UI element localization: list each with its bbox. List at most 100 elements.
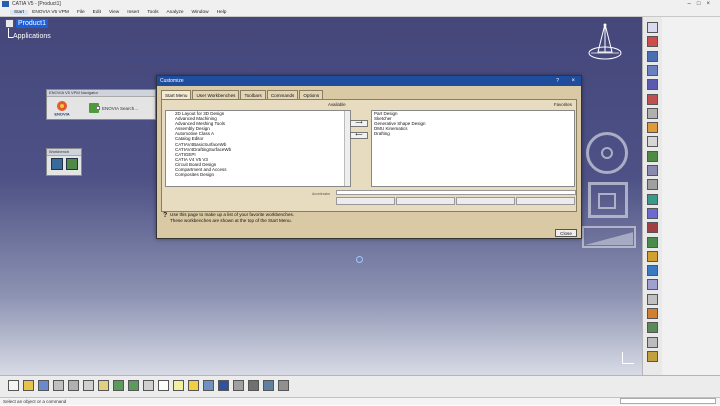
tree-root-node[interactable]: Product1 <box>5 18 49 28</box>
menu-start[interactable]: Start <box>10 9 29 15</box>
background-square-inner-decoration <box>598 193 616 209</box>
favorites-label: Favorites <box>553 102 572 107</box>
help-icon[interactable]: ? <box>556 76 559 86</box>
render-icon[interactable] <box>278 380 289 391</box>
fix-together-icon[interactable] <box>647 236 658 248</box>
copy-icon[interactable] <box>83 380 94 391</box>
accelerator-buttons <box>336 197 576 205</box>
redo-icon[interactable] <box>128 380 139 391</box>
explode-icon[interactable] <box>647 265 658 277</box>
plane-icon[interactable] <box>647 36 658 48</box>
replace-icon[interactable] <box>647 107 658 119</box>
whats-this-icon[interactable] <box>143 380 154 391</box>
accelerator-field[interactable] <box>336 190 576 195</box>
compass-icon[interactable] <box>586 22 624 62</box>
grid-icon[interactable] <box>203 380 214 391</box>
window-controls[interactable]: –□× <box>688 0 716 8</box>
comment-icon[interactable] <box>173 380 184 391</box>
accelerator-button[interactable] <box>456 197 515 205</box>
add-to-favorites-button[interactable]: ⟶ <box>350 120 368 127</box>
component-icon[interactable] <box>647 64 658 76</box>
remove-from-favorites-button[interactable]: ⟵ <box>350 132 368 139</box>
background-wedge-decoration <box>585 229 633 245</box>
tree-node-applications[interactable]: Applications <box>13 33 51 40</box>
menu-enovia[interactable]: ENOVIA V5 VPM <box>28 10 73 15</box>
enovia-navigator-toolbar[interactable]: ENOVIA V5 VPM Navigator ENOVIA ENOVIA Se… <box>46 89 156 120</box>
command-input[interactable] <box>620 398 716 404</box>
compass-icon[interactable] <box>218 380 229 391</box>
dialog-title: Customize <box>157 76 581 86</box>
fix-icon[interactable] <box>647 165 658 176</box>
formula-icon[interactable] <box>158 380 169 391</box>
catalog-icon[interactable] <box>263 380 274 391</box>
menu-insert[interactable]: Insert <box>123 10 143 15</box>
new-icon[interactable] <box>8 380 19 391</box>
angle-icon[interactable] <box>647 222 658 234</box>
cut-icon[interactable] <box>68 380 79 391</box>
favorite-workbenches-list[interactable]: Part Design Sketcher Generative Shape De… <box>371 110 575 187</box>
part-icon[interactable] <box>647 79 658 91</box>
light-icon[interactable] <box>188 380 199 391</box>
smart-move-icon[interactable] <box>647 250 658 262</box>
offset-icon[interactable] <box>647 207 658 219</box>
print-icon[interactable] <box>53 380 64 391</box>
existing-component-icon[interactable] <box>647 93 658 105</box>
accelerator-button[interactable] <box>516 197 575 205</box>
status-text: Select an object or a command <box>3 399 67 404</box>
tools-icon[interactable] <box>248 380 259 391</box>
section-icon[interactable] <box>647 336 658 348</box>
background-circle-inner-decoration <box>601 147 613 159</box>
enovia-logo-icon[interactable]: ENOVIA <box>51 99 73 117</box>
snap-icon[interactable] <box>647 293 658 305</box>
menu-view[interactable]: View <box>105 10 123 15</box>
constraint-icon[interactable] <box>647 150 658 162</box>
menu-analyze[interactable]: Analyze <box>162 10 187 15</box>
available-workbenches-list[interactable]: 2D Layout for 3D Design Advanced Machini… <box>165 110 351 187</box>
status-bar: Select an object or a command <box>0 397 720 405</box>
menu-file[interactable]: File <box>73 10 89 15</box>
search-checkbox[interactable] <box>96 106 100 110</box>
toolbar-title: Workbench <box>47 149 81 156</box>
contact-icon[interactable] <box>647 193 658 205</box>
right-toolbar-area <box>662 17 720 375</box>
menu-window[interactable]: Window <box>188 10 213 15</box>
workbench-toolbar[interactable]: Workbench <box>46 148 82 176</box>
window-title: CATIA V5 - [Product1] <box>12 1 61 7</box>
list-item[interactable]: Composites Design <box>166 172 350 177</box>
sketcher-icon[interactable] <box>647 22 658 33</box>
workbench-icon[interactable] <box>51 158 63 170</box>
manipulation-icon[interactable] <box>647 308 658 319</box>
available-label: Available <box>328 102 346 107</box>
graph-tree-icon[interactable] <box>647 122 658 134</box>
menu-edit[interactable]: Edit <box>89 10 105 15</box>
measure-icon[interactable] <box>233 380 244 391</box>
workbench-alt-icon[interactable] <box>66 158 78 170</box>
open-icon[interactable] <box>23 380 34 391</box>
product-icon[interactable] <box>647 50 658 62</box>
save-icon[interactable] <box>38 380 49 391</box>
hint-text-line-2: These workbenches are shown at the top o… <box>170 218 292 223</box>
close-icon[interactable]: × <box>571 76 575 86</box>
accelerator-button[interactable] <box>336 197 395 205</box>
product-icon <box>5 18 14 28</box>
measure-icon[interactable] <box>647 350 658 362</box>
tree-root-label[interactable]: Product1 <box>16 18 49 28</box>
accelerator-button[interactable] <box>396 197 455 205</box>
clash-icon[interactable] <box>647 322 658 334</box>
menu-help[interactable]: Help <box>213 10 231 15</box>
customize-dialog: Customize ? × Start Menu User Workbenche… <box>156 75 582 239</box>
enovia-search-label[interactable]: ENOVIA Search... <box>102 106 138 111</box>
update-icon[interactable] <box>647 279 658 291</box>
undo-icon[interactable] <box>113 380 124 391</box>
catia-app-icon[interactable] <box>2 1 9 7</box>
accelerator-label: Accelerator <box>312 192 331 196</box>
svg-text:ENOVIA: ENOVIA <box>54 112 69 117</box>
reorder-icon[interactable] <box>647 136 658 148</box>
busy-cursor-icon <box>356 256 363 263</box>
window-title-bar: CATIA V5 - [Product1] <box>0 0 720 8</box>
list-item[interactable]: Drafting <box>372 131 574 136</box>
close-button[interactable]: Close <box>555 229 577 237</box>
coincidence-icon[interactable] <box>647 179 658 191</box>
paste-icon[interactable] <box>98 380 109 391</box>
menu-tools[interactable]: Tools <box>143 10 162 15</box>
